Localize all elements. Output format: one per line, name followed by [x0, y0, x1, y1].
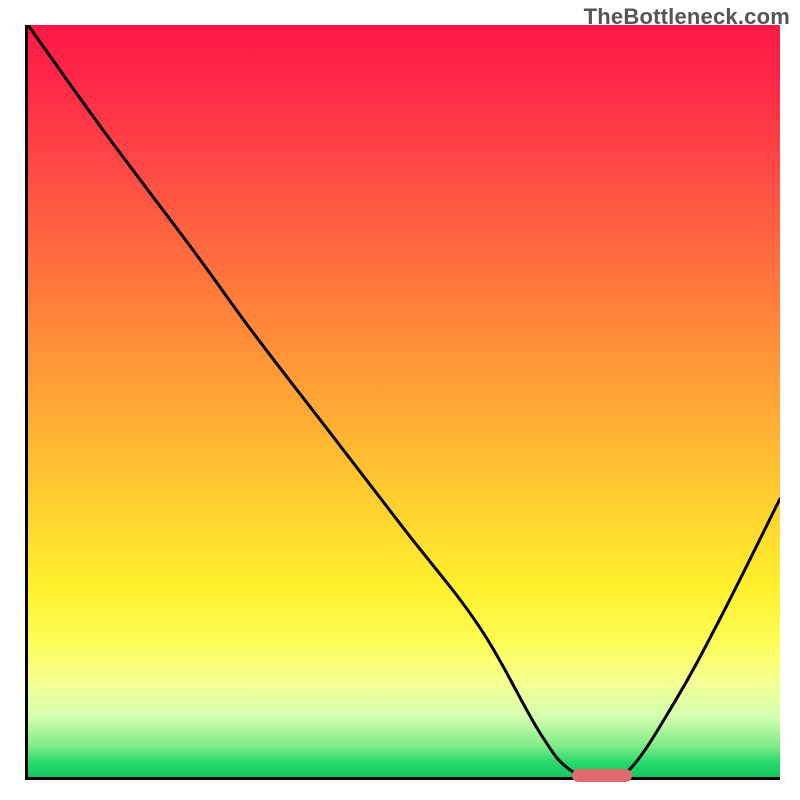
optimal-range-marker	[572, 769, 632, 782]
bottleneck-curve	[28, 25, 780, 777]
plot-frame	[25, 25, 780, 780]
chart-canvas: TheBottleneck.com	[0, 0, 800, 800]
